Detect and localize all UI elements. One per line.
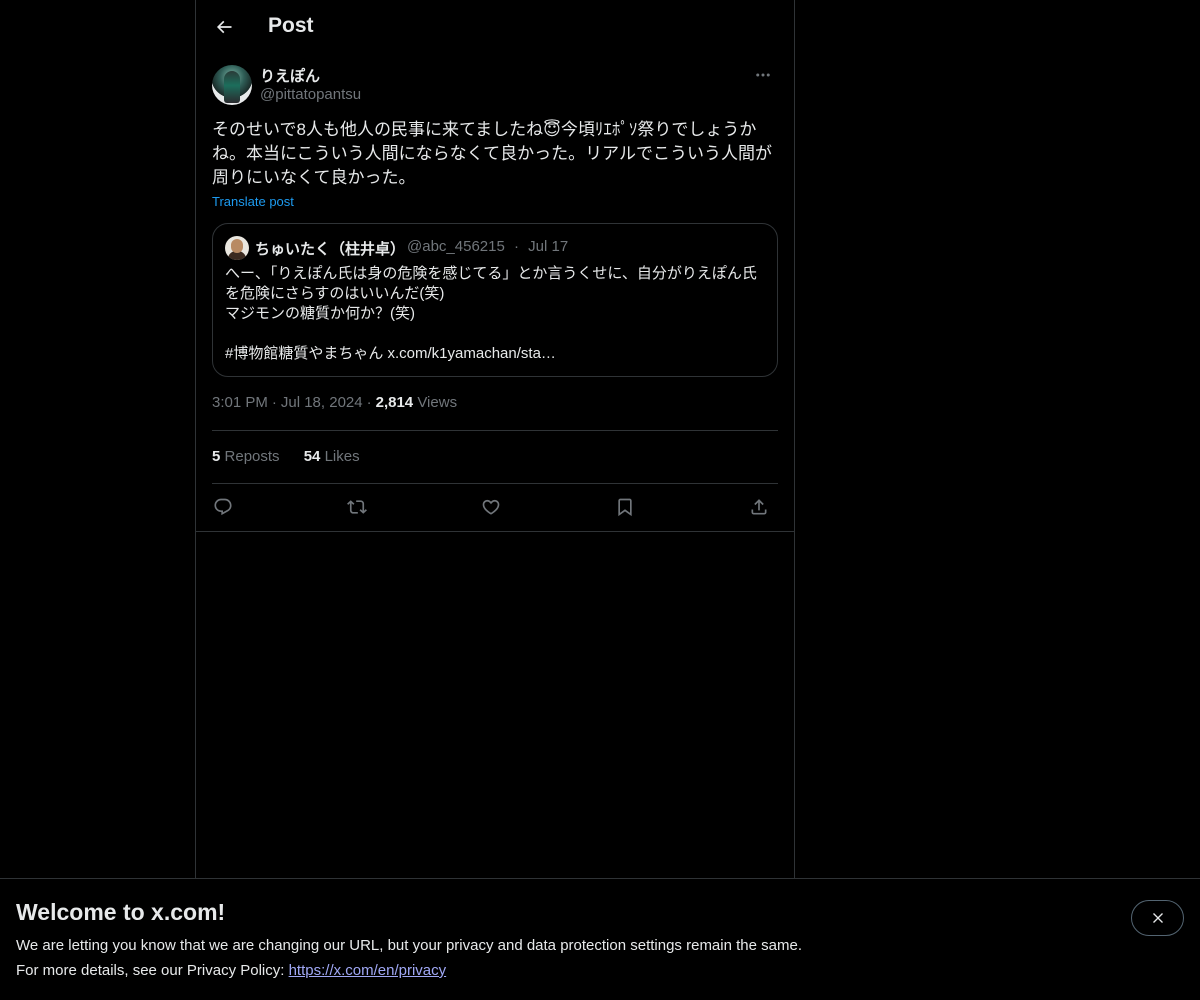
quote-avatar [225, 236, 249, 260]
page-title: Post [268, 14, 314, 37]
close-banner-button[interactable] [1131, 900, 1184, 936]
privacy-policy-link[interactable]: https://x.com/en/privacy [289, 962, 447, 979]
like-icon [482, 499, 500, 515]
likes-count: 54 [303, 448, 321, 465]
banner-title: Welcome to x.com! [16, 899, 226, 925]
quoted-post[interactable]: ちゅいたく（柱井卓） @abc_456215 · Jul 17 へー、「りえぽん… [212, 223, 778, 377]
reply-button[interactable] [210, 494, 236, 520]
back-arrow-icon [216, 20, 232, 34]
share-button[interactable] [746, 494, 772, 520]
bookmark-icon [618, 498, 632, 517]
quote-text: へー、「りえぽん氏は身の危険を感じてる」とか言うくせに、自分がりえぽん氏 を危険… [225, 265, 757, 362]
post-text: そのせいで8人も他人の民事に来てましたね😇今頃ﾘｴﾎﾟｿ祭りでしょうか ね。本当… [212, 120, 772, 187]
bookmark-button[interactable] [612, 494, 638, 520]
repost-button[interactable] [344, 494, 370, 520]
post-stats: 5 Reposts 54 Likes [212, 448, 380, 465]
author-display-name[interactable]: りえぽん [260, 65, 320, 86]
likes-label: Likes [324, 448, 360, 465]
meta-separator: · [271, 394, 277, 411]
welcome-banner: Welcome to x.com! We are letting you kno… [0, 878, 1200, 1000]
reposts-stat[interactable]: 5 Reposts [212, 448, 280, 465]
author-handle[interactable]: @pittatopantsu [260, 86, 361, 103]
translate-post-link[interactable]: Translate post [212, 194, 294, 209]
banner-message: We are letting you know that we are chan… [16, 937, 802, 954]
like-button[interactable] [478, 494, 504, 520]
reply-icon [214, 498, 232, 516]
reposts-count: 5 [212, 448, 221, 465]
close-icon [1152, 913, 1163, 923]
post-header: Post [196, 0, 794, 54]
primary-column: Post りえぽん @pittatopantsu そのせいで8人も他人の民事に来… [195, 0, 795, 1000]
quote-date: Jul 17 [528, 238, 569, 255]
banner-privacy-prefix: For more details, see our Privacy Policy… [16, 962, 289, 979]
reposts-label: Reposts [224, 448, 280, 465]
likes-stat[interactable]: 54 Likes [304, 448, 360, 465]
divider [196, 531, 794, 532]
post-date[interactable]: Jul 18, 2024 [281, 394, 363, 411]
avatar[interactable] [212, 65, 252, 105]
share-icon [751, 499, 767, 515]
divider [212, 483, 778, 484]
quote-display-name: ちゅいたく（柱井卓） [255, 241, 406, 258]
views-label: Views [417, 394, 458, 411]
post-time[interactable]: 3:01 PM [212, 394, 268, 411]
more-button[interactable] [748, 64, 778, 86]
repost-icon [347, 500, 367, 514]
more-dots-icon [756, 73, 770, 77]
post-actions [212, 492, 778, 522]
post-author: りえぽん @pittatopantsu [212, 64, 778, 108]
back-button[interactable] [208, 11, 240, 43]
quote-separator: · [513, 238, 519, 255]
banner-privacy-line: For more details, see our Privacy Policy… [16, 962, 446, 979]
meta-separator: · [366, 394, 372, 411]
divider [212, 430, 778, 431]
views-count: 2,814 [375, 394, 414, 411]
post-meta: 3:01 PM · Jul 18, 2024 · 2,814 Views [212, 394, 457, 411]
quote-handle: @abc_456215 [407, 238, 505, 255]
quote-meta: @abc_456215 · Jul 17 [407, 238, 568, 255]
